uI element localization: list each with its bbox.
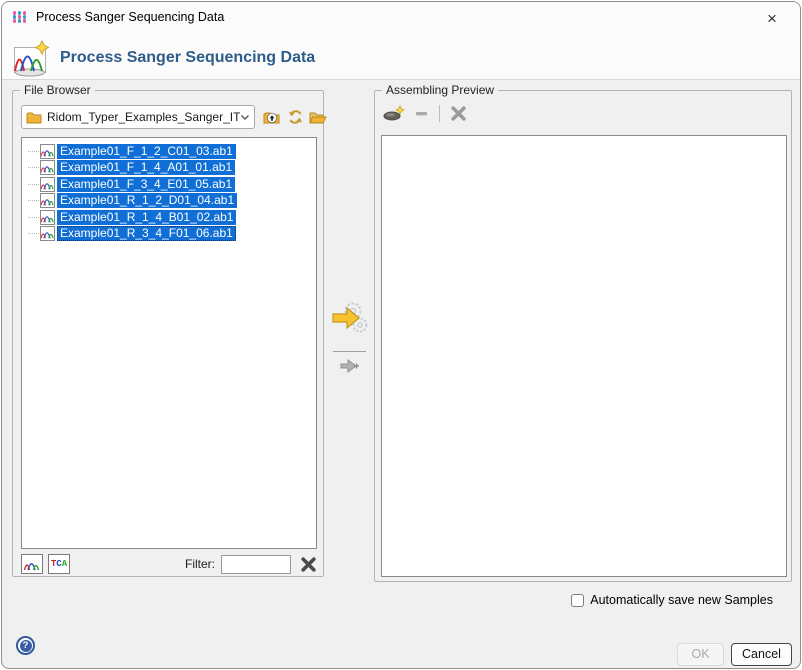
question-icon: ?	[20, 640, 32, 652]
auto-save-label: Automatically save new Samples	[590, 593, 773, 607]
process-sanger-dialog: Process Sanger Sequencing Data × Process…	[1, 1, 801, 669]
file-browser-group: File Browser Ridom_Typer_Examples_Sanger…	[12, 90, 324, 577]
file-name: Example01_F_1_2_C01_03.ab1	[57, 144, 236, 159]
chromatogram-star-icon	[13, 40, 51, 78]
page-title: Process Sanger Sequencing Data	[60, 49, 315, 67]
trace-icon	[24, 557, 40, 572]
chromatogram-file-icon	[40, 226, 55, 241]
file-row[interactable]: Example01_R_1_2_D01_04.ab1	[22, 193, 316, 210]
file-row[interactable]: Example01_R_1_4_B01_02.ab1	[22, 209, 316, 226]
trace-view-toggle[interactable]	[21, 554, 43, 574]
chromatogram-file-icon	[40, 144, 55, 159]
chromatogram-file-icon	[40, 193, 55, 208]
filter-input[interactable]	[221, 555, 291, 574]
file-name: Example01_R_3_4_F01_06.ab1	[57, 226, 236, 241]
file-name: Example01_F_1_4_A01_01.ab1	[57, 160, 235, 175]
new-sample-button[interactable]	[383, 105, 406, 122]
file-browser-footer: TCA Filter:	[21, 553, 317, 575]
chromatogram-file-icon	[40, 177, 55, 192]
titlebar: Process Sanger Sequencing Data ×	[2, 2, 800, 34]
directory-path: Ridom_Typer_Examples_Sanger_ITS/	[47, 110, 240, 124]
cancel-button[interactable]: Cancel	[731, 643, 792, 666]
assembling-preview-legend: Assembling Preview	[382, 83, 498, 97]
close-icon[interactable]: ×	[758, 7, 786, 31]
file-row[interactable]: Example01_R_3_4_F01_06.ab1	[22, 226, 316, 243]
folder-up-button[interactable]	[261, 107, 282, 127]
clear-preview-button[interactable]	[451, 106, 466, 121]
app-logo-icon	[12, 11, 28, 25]
remove-sample-button[interactable]	[415, 107, 428, 120]
chevron-down-icon	[240, 114, 250, 121]
assembling-preview-area[interactable]	[381, 135, 787, 577]
ok-button[interactable]: OK	[677, 643, 724, 666]
add-without-processing-button[interactable]	[338, 356, 361, 376]
preview-toolbar	[383, 103, 466, 123]
file-row[interactable]: Example01_F_3_4_E01_05.ab1	[22, 176, 316, 193]
file-name: Example01_F_3_4_E01_05.ab1	[57, 177, 235, 192]
auto-save-checkbox[interactable]	[571, 594, 584, 607]
file-row[interactable]: Example01_F_1_2_C01_03.ab1	[22, 143, 316, 160]
chromatogram-file-icon	[40, 160, 55, 175]
auto-save-option[interactable]: Automatically save new Samples	[571, 593, 773, 607]
help-button[interactable]: ?	[16, 636, 35, 655]
clear-filter-icon[interactable]	[299, 555, 317, 573]
transfer-separator	[333, 351, 366, 352]
folder-icon	[26, 110, 42, 125]
toolbar-separator	[439, 105, 440, 122]
file-name: Example01_R_1_2_D01_04.ab1	[57, 193, 237, 208]
process-and-add-button[interactable]	[330, 299, 370, 339]
chromatogram-file-icon	[40, 210, 55, 225]
refresh-button[interactable]	[285, 107, 306, 127]
file-row[interactable]: Example01_F_1_4_A01_01.ab1	[22, 160, 316, 177]
directory-dropdown[interactable]: Ridom_Typer_Examples_Sanger_ITS/	[21, 105, 255, 129]
tca-icon: TCA	[51, 559, 67, 569]
assembling-preview-group: Assembling Preview	[374, 90, 792, 582]
filter-label: Filter:	[185, 557, 215, 571]
sequence-view-toggle[interactable]: TCA	[48, 554, 70, 574]
header-area: Process Sanger Sequencing Data × Process…	[2, 2, 800, 80]
window-title: Process Sanger Sequencing Data	[36, 10, 224, 24]
file-name: Example01_R_1_4_B01_02.ab1	[57, 210, 236, 225]
file-list[interactable]: Example01_F_1_2_C01_03.ab1 Example01_F_1…	[21, 137, 317, 549]
file-browser-legend: File Browser	[20, 83, 95, 97]
open-folder-button[interactable]	[307, 107, 328, 127]
